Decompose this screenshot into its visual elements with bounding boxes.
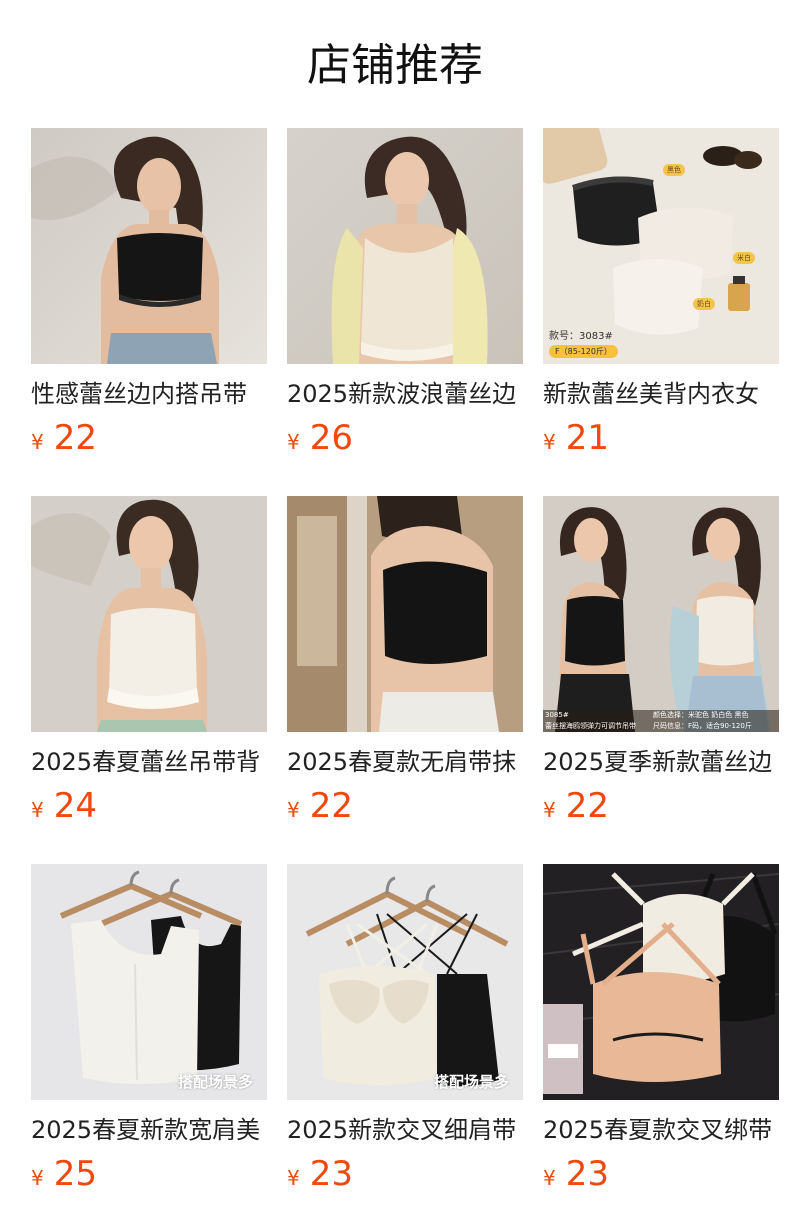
color-chip: 米白 xyxy=(733,252,755,264)
product-image[interactable] xyxy=(287,496,523,732)
style-number-label: 3085# xyxy=(545,711,569,719)
price-amount: 22 xyxy=(309,786,353,826)
product-info-strip: 3085# 蕾丝摆海鸥领弹力可调节吊带 颜色选择：米驼色 奶白色 黑色 尺码信息… xyxy=(543,710,779,732)
currency-symbol: ¥ xyxy=(287,798,300,822)
currency-symbol: ¥ xyxy=(543,1166,556,1190)
flatlay-cross-strap-bras-image xyxy=(543,864,779,1100)
product-price: ¥23 xyxy=(287,1154,523,1194)
price-amount: 21 xyxy=(565,418,609,458)
hanger-cross-strap-camis-image xyxy=(287,864,523,1100)
currency-symbol: ¥ xyxy=(31,430,44,454)
product-price: ¥21 xyxy=(543,418,779,458)
product-image[interactable] xyxy=(31,128,267,364)
product-card[interactable]: 2025春夏款交叉绑带 ¥23 xyxy=(543,864,779,1194)
product-name[interactable]: 2025春夏款交叉绑带 xyxy=(543,1114,779,1146)
model-cream-camisole-cardigan-image xyxy=(287,128,523,364)
currency-symbol: ¥ xyxy=(31,798,44,822)
price-amount: 24 xyxy=(53,786,97,826)
product-card[interactable]: 3085# 蕾丝摆海鸥领弹力可调节吊带 颜色选择：米驼色 奶白色 黑色 尺码信息… xyxy=(543,496,779,826)
product-card[interactable]: 性感蕾丝边内搭吊带 ¥22 xyxy=(31,128,267,458)
scene-tag: 搭配场景多 xyxy=(433,1073,509,1091)
scene-tag: 搭配场景多 xyxy=(177,1073,253,1091)
product-name[interactable]: 2025春夏新款宽肩美 xyxy=(31,1114,267,1146)
product-card[interactable]: 搭配场景多 2025春夏新款宽肩美 ¥25 xyxy=(31,864,267,1194)
product-price: ¥25 xyxy=(31,1154,267,1194)
currency-symbol: ¥ xyxy=(287,430,300,454)
product-price: ¥22 xyxy=(543,786,779,826)
currency-symbol: ¥ xyxy=(543,798,556,822)
currency-symbol: ¥ xyxy=(543,430,556,454)
product-image[interactable] xyxy=(287,128,523,364)
product-name[interactable]: 2025春夏款无肩带抹 xyxy=(287,746,523,778)
size-tag: F（85-120斤） xyxy=(549,345,618,358)
color-chip: 奶白 xyxy=(693,298,715,310)
currency-symbol: ¥ xyxy=(287,1166,300,1190)
product-card[interactable]: 黑色 米白 奶白 款号：3083# F（85-120斤） 新款蕾丝美背内衣女 ¥… xyxy=(543,128,779,458)
product-name[interactable]: 性感蕾丝边内搭吊带 xyxy=(31,378,267,410)
color-chip: 黑色 xyxy=(663,164,685,176)
product-card[interactable]: 2025春夏款无肩带抹 ¥22 xyxy=(287,496,523,826)
store-recommendations-page: 店铺推荐 性感蕾丝边内搭吊带 ¥ 22 2025新款波浪蕾丝边 ¥ 26 黑色 … xyxy=(0,0,790,1232)
product-image[interactable]: 3085# 蕾丝摆海鸥领弹力可调节吊带 颜色选择：米驼色 奶白色 黑色 尺码信息… xyxy=(543,496,779,732)
product-image[interactable]: 搭配场景多 xyxy=(287,864,523,1100)
style-number-label: 款号：3083# xyxy=(549,331,613,342)
color-options-label: 颜色选择：米驼色 奶白色 黑色 xyxy=(653,711,749,719)
currency-symbol: ¥ xyxy=(31,1166,44,1190)
model-black-tube-top-image xyxy=(287,496,523,732)
price-amount: 26 xyxy=(309,418,353,458)
product-name[interactable]: 新款蕾丝美背内衣女 xyxy=(543,378,779,410)
product-image[interactable] xyxy=(543,864,779,1100)
page-title: 店铺推荐 xyxy=(307,40,483,91)
product-name[interactable]: 2025新款交叉细肩带 xyxy=(287,1114,523,1146)
feature-label: 蕾丝摆海鸥领弹力可调节吊带 xyxy=(545,722,636,730)
product-name[interactable]: 2025春夏蕾丝吊带背 xyxy=(31,746,267,778)
product-image[interactable]: 搭配场景多 xyxy=(31,864,267,1100)
product-card[interactable]: 搭配场景多 2025新款交叉细肩带 ¥23 xyxy=(287,864,523,1194)
model-black-lace-camisole-image xyxy=(31,128,267,364)
product-card[interactable]: 2025新款波浪蕾丝边 ¥26 xyxy=(287,128,523,458)
product-price: ¥22 xyxy=(31,418,267,458)
size-info-label: 尺码信息：F码，适合90-120斤 xyxy=(653,722,752,730)
product-price: ¥23 xyxy=(543,1154,779,1194)
product-price: ¥24 xyxy=(31,786,267,826)
price-amount: 22 xyxy=(565,786,609,826)
two-models-camisoles-image xyxy=(543,496,779,732)
product-card[interactable]: 2025春夏蕾丝吊带背 ¥24 xyxy=(31,496,267,826)
product-image[interactable]: 黑色 米白 奶白 款号：3083# F（85-120斤） xyxy=(543,128,779,364)
price-amount: 22 xyxy=(53,418,97,458)
product-name[interactable]: 2025新款波浪蕾丝边 xyxy=(287,378,523,410)
hanger-wide-strap-tanks-image xyxy=(31,864,267,1100)
product-price: ¥26 xyxy=(287,418,523,458)
price-amount: 23 xyxy=(309,1154,353,1194)
product-name[interactable]: 2025夏季新款蕾丝边 xyxy=(543,746,779,778)
product-price: ¥22 xyxy=(287,786,523,826)
price-amount: 25 xyxy=(53,1154,97,1194)
price-amount: 23 xyxy=(565,1154,609,1194)
product-image[interactable] xyxy=(31,496,267,732)
model-white-lace-camisole-image xyxy=(31,496,267,732)
